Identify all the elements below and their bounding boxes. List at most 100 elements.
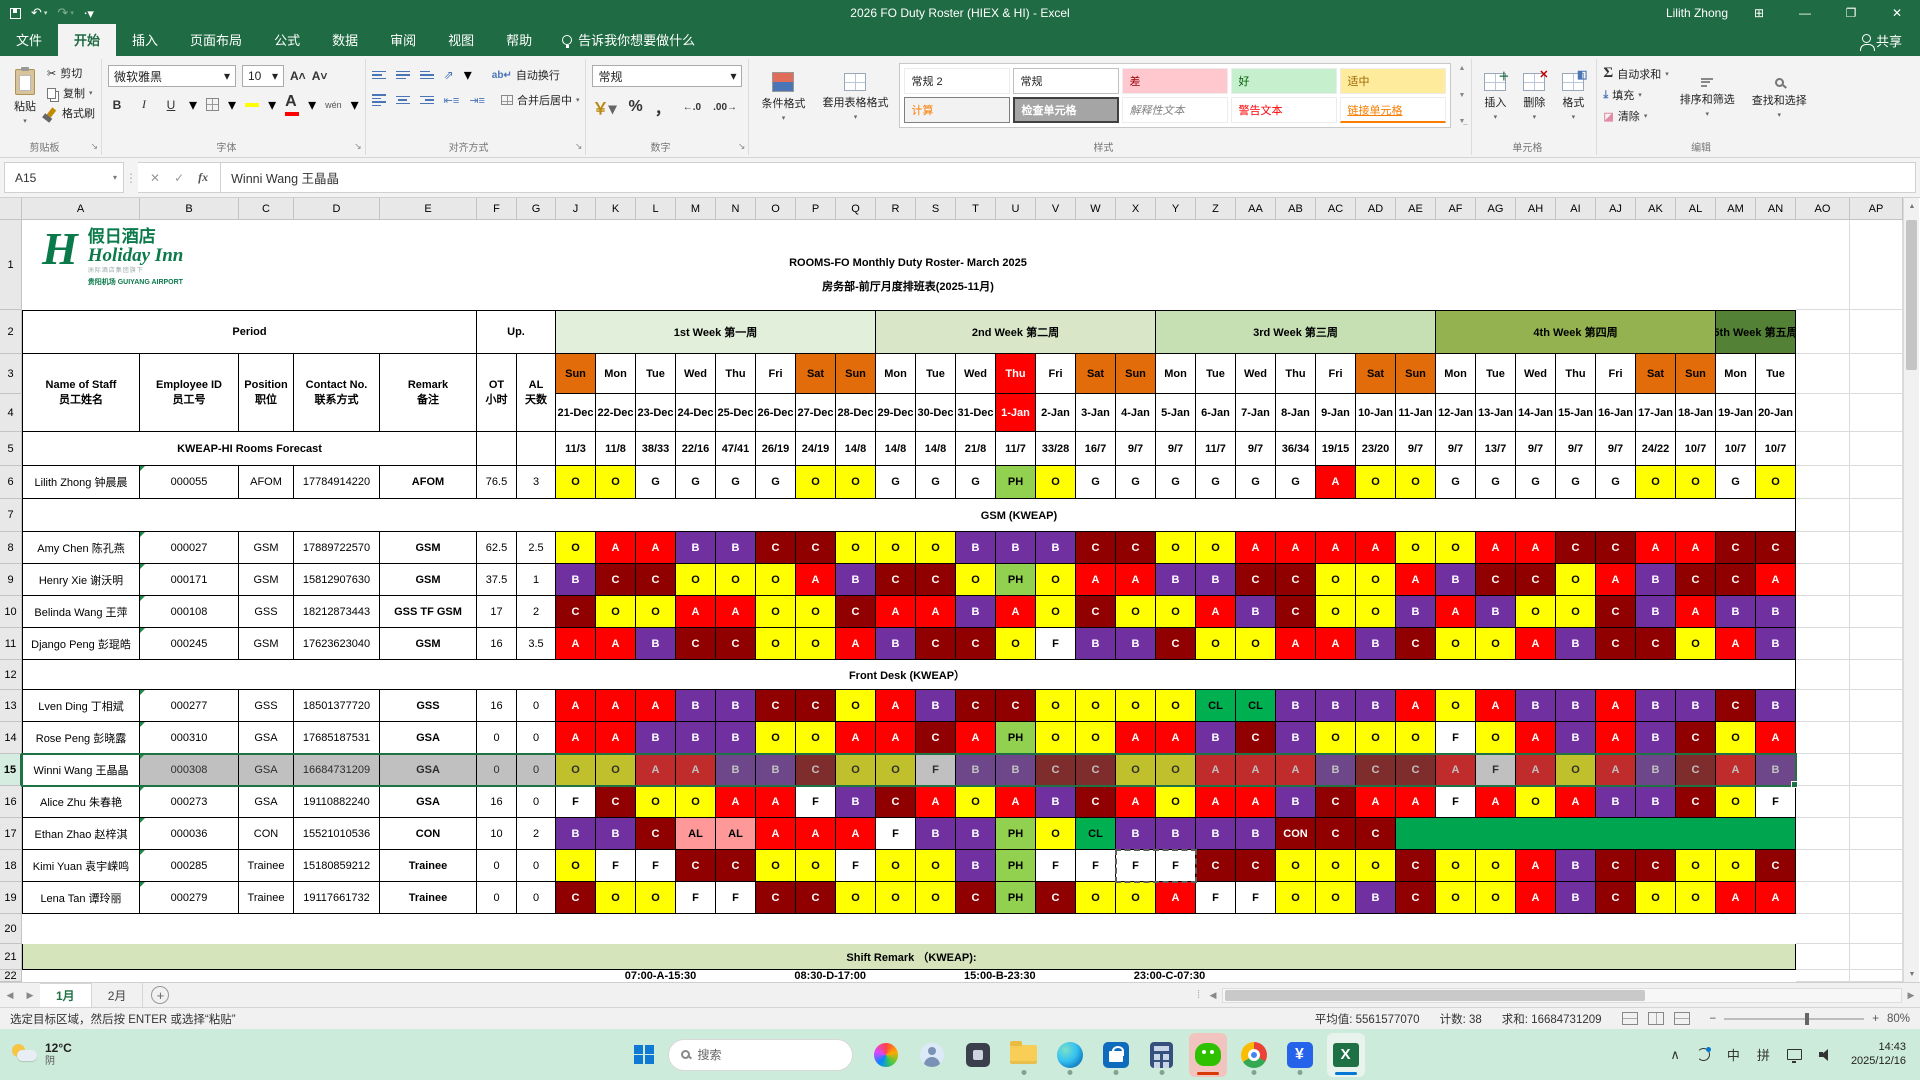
staff-contact-14[interactable]: 17685187531: [294, 722, 380, 754]
staff-al-10[interactable]: 2: [517, 596, 556, 628]
shift-Y10[interactable]: O: [1156, 596, 1196, 628]
ribbon-display-options-icon[interactable]: ⊞: [1744, 6, 1774, 20]
shift-AD19[interactable]: B: [1356, 882, 1396, 914]
shift-AM13[interactable]: C: [1716, 690, 1756, 722]
shift-R11[interactable]: B: [876, 628, 916, 660]
cell-AP12[interactable]: [1850, 660, 1903, 690]
cell-G5[interactable]: [517, 432, 556, 466]
shift-AJ15[interactable]: A: [1596, 754, 1636, 786]
shift-V16[interactable]: B: [1036, 786, 1076, 818]
select-all-corner[interactable]: [0, 198, 22, 220]
cell-AP3[interactable]: [1850, 354, 1903, 394]
shift-S10[interactable]: A: [916, 596, 956, 628]
shift-AB6[interactable]: G: [1276, 466, 1316, 499]
shift-Q11[interactable]: A: [836, 628, 876, 660]
shift-S6[interactable]: G: [916, 466, 956, 499]
column-header-O[interactable]: O: [756, 198, 796, 220]
staff-remark-15[interactable]: GSA: [380, 754, 477, 786]
shift-AH6[interactable]: G: [1516, 466, 1556, 499]
shift-M6[interactable]: G: [676, 466, 716, 499]
shift-Q13[interactable]: O: [836, 690, 876, 722]
shift-AN13[interactable]: B: [1756, 690, 1796, 722]
share-button[interactable]: 共享: [1844, 25, 1920, 56]
finance-app-icon[interactable]: ¥: [1281, 1033, 1319, 1077]
shift-T17[interactable]: B: [956, 818, 996, 850]
shift-T10[interactable]: B: [956, 596, 996, 628]
shift-J8[interactable]: O: [556, 532, 596, 564]
cell-AO13[interactable]: [1796, 690, 1850, 722]
shift-R19[interactable]: O: [876, 882, 916, 914]
cell-F5[interactable]: [477, 432, 517, 466]
shift-AA17[interactable]: B: [1236, 818, 1276, 850]
align-middle-icon[interactable]: [395, 69, 410, 82]
shift-Y8[interactable]: O: [1156, 532, 1196, 564]
shift-AC15[interactable]: B: [1316, 754, 1356, 786]
shift-AE18[interactable]: C: [1396, 850, 1436, 882]
staff-position-15[interactable]: GSA: [239, 754, 294, 786]
minimize-button[interactable]: —: [1790, 6, 1820, 20]
horizontal-scroll-thumb[interactable]: [1225, 989, 1645, 1001]
column-header-T[interactable]: T: [956, 198, 996, 220]
staff-id-6[interactable]: 000055: [140, 466, 239, 499]
shift-W8[interactable]: C: [1076, 532, 1116, 564]
staff-name-14[interactable]: Rose Peng 彭晓露: [22, 722, 140, 754]
align-center-icon[interactable]: [395, 94, 410, 107]
enter-entry-icon[interactable]: ✓: [174, 171, 184, 185]
staff-al-19[interactable]: 0: [517, 882, 556, 914]
staff-name-17[interactable]: Ethan Zhao 赵梓淇: [22, 818, 140, 850]
font-name-select[interactable]: 微软雅黑 ▾: [108, 65, 236, 87]
shift-W15[interactable]: C: [1076, 754, 1116, 786]
scrollbar-splitter[interactable]: ⁞: [1197, 989, 1200, 1001]
orientation-icon[interactable]: ⇗: [444, 68, 454, 82]
shift-U17[interactable]: PH: [996, 818, 1036, 850]
cell-AO12[interactable]: [1796, 660, 1850, 690]
name-box[interactable]: A15 ▾: [4, 162, 124, 193]
shift-AF16[interactable]: F: [1436, 786, 1476, 818]
column-header-R[interactable]: R: [876, 198, 916, 220]
style-neutral[interactable]: 适中: [1340, 68, 1447, 94]
shift-P18[interactable]: O: [796, 850, 836, 882]
percent-style-icon[interactable]: %: [629, 98, 643, 116]
redo-icon[interactable]: ↷ ▾: [57, 5, 73, 21]
close-button[interactable]: ✕: [1882, 6, 1912, 20]
restore-button[interactable]: ❐: [1836, 6, 1866, 20]
shift-U10[interactable]: A: [996, 596, 1036, 628]
column-header-AI[interactable]: AI: [1556, 198, 1596, 220]
cancel-entry-icon[interactable]: ✕: [150, 171, 160, 185]
shift-AI18[interactable]: B: [1556, 850, 1596, 882]
row-header-13[interactable]: 13: [0, 690, 22, 722]
shift-AK15[interactable]: B: [1636, 754, 1676, 786]
shift-Z19[interactable]: F: [1196, 882, 1236, 914]
shift-AN6[interactable]: O: [1756, 466, 1796, 499]
row-header-1[interactable]: 1: [0, 220, 22, 310]
column-header-E[interactable]: E: [380, 198, 477, 220]
shift-X6[interactable]: G: [1116, 466, 1156, 499]
column-header-AE[interactable]: AE: [1396, 198, 1436, 220]
shift-AC9[interactable]: O: [1316, 564, 1356, 596]
cell-AO18[interactable]: [1796, 850, 1850, 882]
staff-id-17[interactable]: 000036: [140, 818, 239, 850]
staff-position-18[interactable]: Trainee: [239, 850, 294, 882]
shift-Z13[interactable]: CL: [1196, 690, 1236, 722]
column-header-N[interactable]: N: [716, 198, 756, 220]
row-header-2[interactable]: 2: [0, 310, 22, 354]
cell-AP7[interactable]: [1850, 499, 1903, 532]
shift-AD18[interactable]: O: [1356, 850, 1396, 882]
staff-ot-6[interactable]: 76.5: [477, 466, 517, 499]
shift-K15[interactable]: O: [596, 754, 636, 786]
shift-L19[interactable]: O: [636, 882, 676, 914]
shift-AJ13[interactable]: A: [1596, 690, 1636, 722]
shift-S13[interactable]: B: [916, 690, 956, 722]
column-header-M[interactable]: M: [676, 198, 716, 220]
shift-AM19[interactable]: A: [1716, 882, 1756, 914]
shift-M13[interactable]: B: [676, 690, 716, 722]
style-calculation[interactable]: 计算: [904, 97, 1011, 123]
shift-AC14[interactable]: O: [1316, 722, 1356, 754]
scroll-down-icon[interactable]: ▼: [1904, 966, 1920, 982]
decrease-indent-icon[interactable]: ⇤≡: [444, 94, 460, 107]
shift-N11[interactable]: C: [716, 628, 756, 660]
shift-AK18[interactable]: C: [1636, 850, 1676, 882]
cell-AP20[interactable]: [1850, 914, 1903, 944]
wrap-text-button[interactable]: ab↵ 自动换行: [492, 67, 560, 83]
shift-AC6[interactable]: A: [1316, 466, 1356, 499]
